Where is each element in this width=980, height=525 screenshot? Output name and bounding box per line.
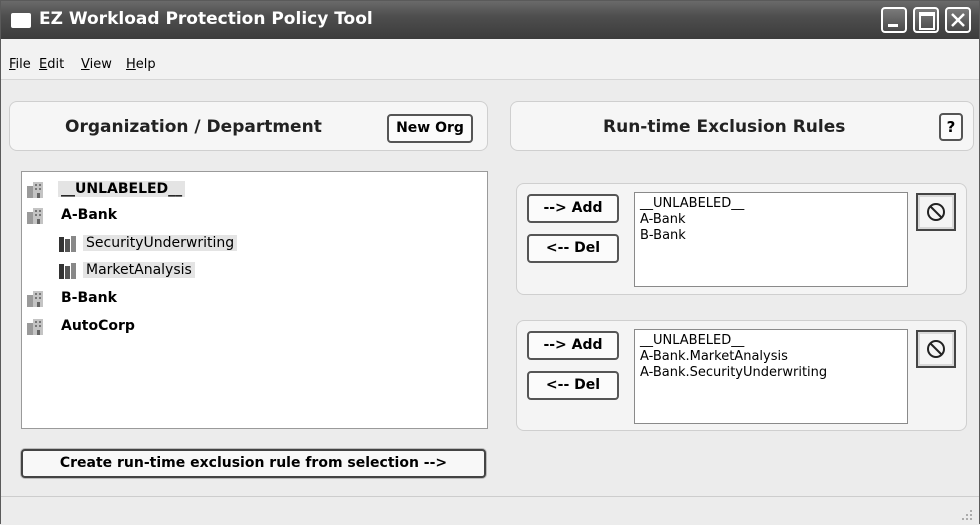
menu-help[interactable]: Help: [126, 57, 156, 72]
tree-item-label: B-Bank: [61, 290, 117, 306]
rule-entry[interactable]: __UNLABELED__: [640, 333, 902, 349]
rules-panel-header: Run-time Exclusion Rules ?: [510, 101, 974, 151]
add-button[interactable]: --> Add: [527, 194, 619, 223]
rules-panel-title: Run-time Exclusion Rules: [603, 117, 846, 137]
create-rule-button[interactable]: Create run-time exclusion rule from sele…: [21, 449, 486, 478]
delete-button[interactable]: <-- Del: [527, 371, 619, 400]
exclusion-rule-2: --> Add <-- Del __UNLABELED__ A-Bank.Mar…: [516, 320, 967, 431]
rule-entry[interactable]: A-Bank.MarketAnalysis: [640, 349, 902, 365]
menu-edit[interactable]: Edit: [39, 57, 64, 72]
tree-item-label: SecurityUnderwriting: [83, 235, 238, 251]
org-tree[interactable]: __UNLABELED__ A-Bank SecurityUnderwritin…: [21, 171, 488, 429]
status-bar: [1, 496, 979, 525]
exclusion-rule-1: --> Add <-- Del __UNLABELED__ A-Bank B-B…: [516, 183, 967, 295]
prohibited-icon: [927, 340, 945, 358]
rule-entry-list[interactable]: __UNLABELED__ A-Bank B-Bank: [634, 192, 908, 287]
app-window: EZ Workload Protection Policy Tool File …: [0, 0, 980, 525]
department-icon: [59, 236, 76, 252]
building-icon: [27, 182, 43, 198]
rule-entry[interactable]: B-Bank: [640, 228, 902, 244]
add-button[interactable]: --> Add: [527, 331, 619, 360]
window-title: EZ Workload Protection Policy Tool: [39, 9, 373, 29]
menu-file[interactable]: File: [9, 57, 31, 72]
rule-entry[interactable]: A-Bank: [640, 212, 902, 228]
prohibited-icon: [927, 203, 945, 221]
minimize-button[interactable]: [881, 7, 907, 33]
building-icon: [27, 319, 43, 335]
menu-view[interactable]: View: [81, 57, 112, 72]
menu-bar: File Edit View Help: [1, 39, 979, 80]
help-button[interactable]: ?: [939, 113, 963, 141]
tree-item-label: AutoCorp: [61, 318, 135, 334]
block-rule-button[interactable]: [916, 330, 956, 368]
org-panel-title: Organization / Department: [65, 117, 322, 137]
tree-item-label: __UNLABELED__: [58, 181, 186, 197]
rule-entry-list[interactable]: __UNLABELED__ A-Bank.MarketAnalysis A-Ba…: [634, 329, 908, 424]
delete-button[interactable]: <-- Del: [527, 234, 619, 263]
block-rule-button[interactable]: [916, 193, 956, 231]
title-bar[interactable]: EZ Workload Protection Policy Tool: [1, 1, 979, 39]
app-icon: [11, 13, 31, 28]
new-org-button[interactable]: New Org: [387, 114, 473, 143]
rule-entry[interactable]: A-Bank.SecurityUnderwriting: [640, 365, 902, 381]
building-icon: [27, 208, 43, 224]
close-button[interactable]: [945, 7, 971, 33]
department-icon: [59, 263, 76, 279]
rule-entry[interactable]: __UNLABELED__: [640, 196, 902, 212]
tree-item-label: A-Bank: [61, 207, 118, 223]
tree-item-label: MarketAnalysis: [83, 262, 195, 278]
close-icon: [951, 13, 965, 27]
resize-grip-icon[interactable]: [959, 507, 973, 521]
maximize-button[interactable]: [913, 7, 939, 33]
org-panel-header: Organization / Department New Org: [9, 101, 488, 151]
building-icon: [27, 291, 43, 307]
